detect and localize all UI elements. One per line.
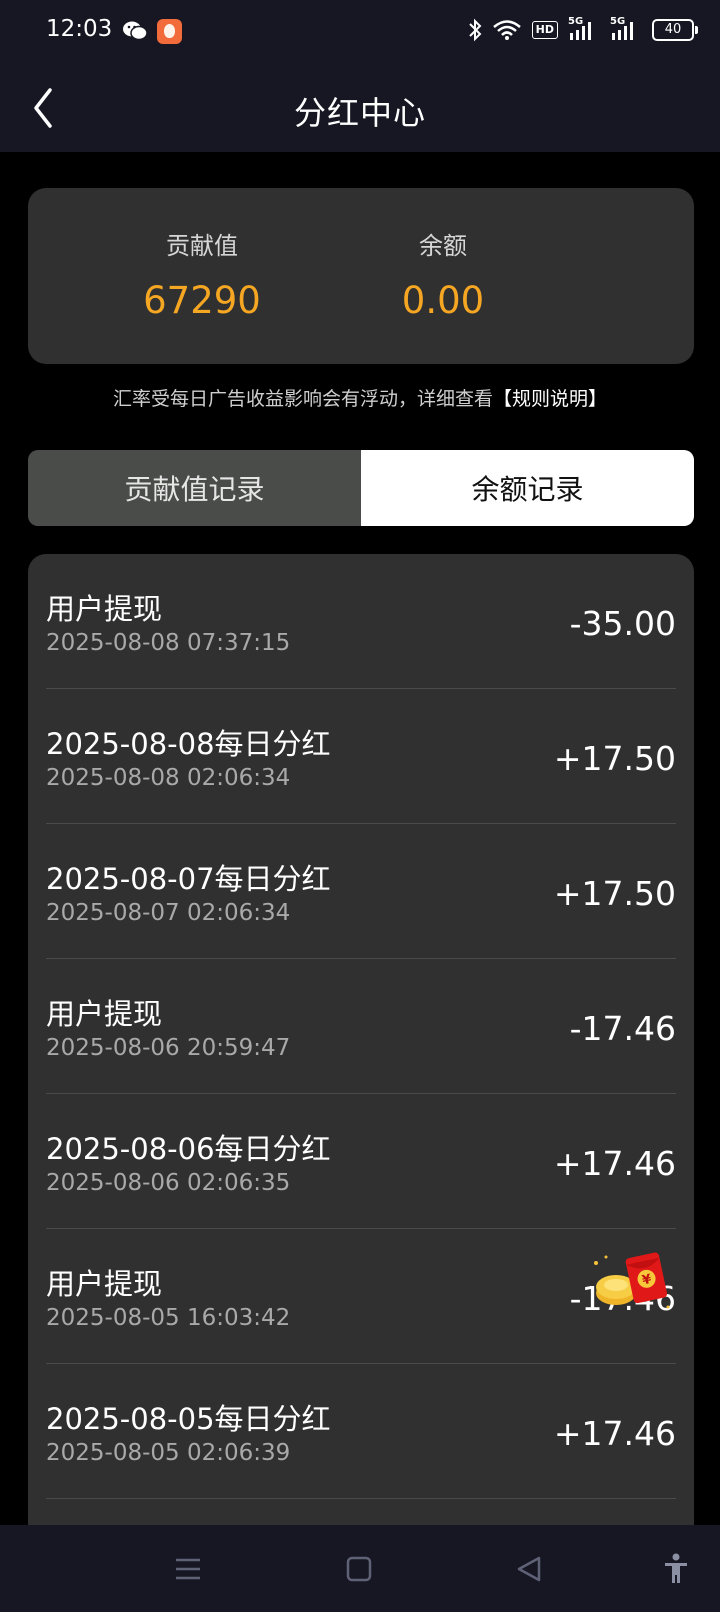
- record-time: 2025-08-05 16:03:42: [46, 1305, 291, 1331]
- record-title: 用户提现: [46, 592, 163, 626]
- record-title: 用户提现: [46, 1267, 163, 1301]
- menu-icon[interactable]: [170, 1551, 206, 1587]
- home-square-icon[interactable]: [341, 1551, 377, 1587]
- record-amount: +17.50: [553, 739, 676, 778]
- list-item[interactable]: 用户提现 2025-08-08 07:37:15 -35.00: [46, 554, 676, 689]
- signal-bars-icon: [612, 22, 633, 40]
- list-item[interactable]: 2025-08-05每日分红 2025-08-05 02:06:39 +17.4…: [46, 1364, 676, 1499]
- status-time: 12:03: [46, 16, 113, 42]
- record-amount: +17.46: [553, 1144, 676, 1183]
- list-item[interactable]: 用户提现 2025-08-05 16:03:42 -17.46 ¥: [46, 1229, 676, 1364]
- signal-bars-icon: [570, 22, 591, 40]
- list-item[interactable]: 2025-08-06每日分红 2025-08-06 02:06:35 +17.4…: [46, 1094, 676, 1229]
- record-time: 2025-08-08 07:37:15: [46, 630, 291, 656]
- balance-value: 0.00: [401, 279, 485, 322]
- wechat-icon: [123, 21, 148, 41]
- system-nav-bar: [0, 1525, 720, 1612]
- hd-badge: HD: [531, 21, 558, 39]
- list-item[interactable]: 2025-08-08每日分红 2025-08-08 02:06:34 +17.5…: [46, 689, 676, 824]
- signal-1: 5G: [568, 16, 600, 41]
- list-item[interactable]: 用户提现 2025-08-06 20:59:47 -17.46: [46, 959, 676, 1094]
- record-title: 用户提现: [46, 997, 163, 1031]
- app-header: 分红中心: [0, 64, 720, 152]
- record-time: 2025-08-07 02:06:34: [46, 900, 291, 926]
- record-tabs: 贡献值记录 余额记录: [28, 450, 694, 526]
- tab-balance-records[interactable]: 余额记录: [361, 450, 694, 526]
- record-time: 2025-08-06 20:59:47: [46, 1035, 291, 1061]
- status-icons: HD 5G 5G 40: [468, 16, 698, 42]
- tab-contribution-records[interactable]: 贡献值记录: [28, 450, 361, 526]
- record-title: 2025-08-05每日分红: [46, 1402, 331, 1436]
- signal-2: 5G: [610, 16, 642, 41]
- record-amount: -17.46: [569, 1009, 676, 1048]
- record-time: 2025-08-05 02:06:39: [46, 1440, 291, 1466]
- record-title: 2025-08-08每日分红: [46, 727, 331, 761]
- triangle-back-icon[interactable]: [512, 1551, 548, 1587]
- record-time: 2025-08-06 02:06:35: [46, 1170, 291, 1196]
- record-amount: -35.00: [569, 604, 676, 643]
- record-title: 2025-08-06每日分红: [46, 1132, 331, 1166]
- rules-link[interactable]: 【规则说明】: [493, 388, 607, 410]
- record-title: 2025-08-07每日分红: [46, 862, 331, 896]
- balance-stat: 余额 0.00: [373, 226, 513, 322]
- record-amount: +17.46: [553, 1414, 676, 1453]
- bluetooth-icon: [468, 18, 482, 42]
- battery-icon: 40: [652, 19, 698, 41]
- notice-text: 汇率受每日广告收益影响会有浮动，详细查看: [112, 388, 493, 410]
- balance-label: 余额: [419, 232, 467, 260]
- contribution-stat: 贡献值 67290: [132, 226, 272, 322]
- accessibility-icon[interactable]: [658, 1551, 694, 1587]
- contribution-label: 贡献值: [166, 232, 238, 260]
- record-time: 2025-08-08 02:06:34: [46, 765, 291, 791]
- records-list: 用户提现 2025-08-08 07:37:15 -35.00 2025-08-…: [28, 554, 694, 1612]
- list-item[interactable]: 2025-08-07每日分红 2025-08-07 02:06:34 +17.5…: [46, 824, 676, 959]
- rate-notice: 汇率受每日广告收益影响会有浮动，详细查看【规则说明】: [0, 384, 720, 411]
- status-bar: 12:03 HD 5G 5G 40: [0, 0, 720, 64]
- page-title: 分红中心: [293, 94, 426, 132]
- summary-card: 贡献值 67290 余额 0.00: [28, 188, 694, 364]
- wifi-icon: [492, 20, 521, 40]
- app-notification-icon: [157, 19, 182, 44]
- record-amount: +17.50: [553, 874, 676, 913]
- red-packet-icon[interactable]: ¥: [588, 1245, 676, 1321]
- contribution-value: 67290: [143, 279, 261, 322]
